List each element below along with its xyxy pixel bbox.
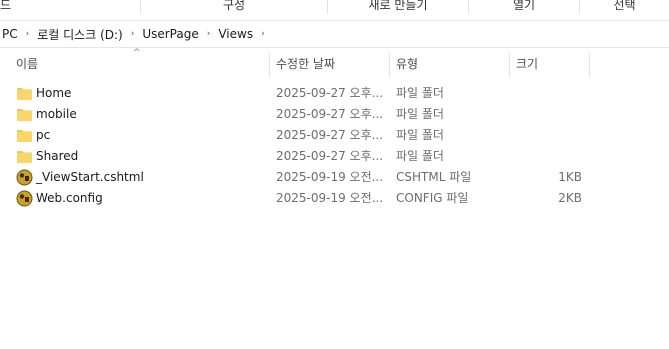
- file-list: Home 2025-09-27 오후... 파일 폴더 mobile 2025-…: [0, 83, 669, 209]
- breadcrumb-pc[interactable]: PC: [0, 27, 20, 41]
- visual-studio-file-icon: [16, 169, 33, 186]
- file-row[interactable]: pc 2025-09-27 오후... 파일 폴더: [0, 125, 669, 146]
- file-name: Shared: [36, 149, 79, 163]
- file-row[interactable]: _ViewStart.cshtml 2025-09-19 오전... CSHTM…: [0, 167, 669, 188]
- ribbon-group-organize[interactable]: 구성: [141, 0, 327, 14]
- ribbon-group-new[interactable]: 새로 만들기: [328, 0, 468, 14]
- file-date: 2025-09-27 오후...: [276, 128, 384, 142]
- chevron-right-icon[interactable]: ›: [255, 29, 271, 39]
- chevron-right-icon[interactable]: ›: [125, 29, 141, 39]
- breadcrumb-local-disk[interactable]: 로컬 디스크 (D:): [35, 26, 124, 43]
- file-type: CONFIG 파일: [396, 191, 469, 205]
- file-type: 파일 폴더: [396, 86, 444, 100]
- file-name: Web.config: [36, 191, 103, 205]
- file-size: 1KB: [558, 170, 582, 184]
- folder-icon: [17, 88, 32, 100]
- column-divider[interactable]: [589, 52, 590, 78]
- folder-icon: [17, 130, 32, 142]
- file-row[interactable]: mobile 2025-09-27 오후... 파일 폴더: [0, 104, 669, 125]
- file-type: 파일 폴더: [396, 128, 444, 142]
- file-size: 2KB: [558, 191, 582, 205]
- chevron-right-icon[interactable]: ›: [201, 29, 217, 39]
- breadcrumb-userpage[interactable]: UserPage: [140, 27, 200, 41]
- chevron-right-icon[interactable]: ›: [20, 29, 36, 39]
- file-date: 2025-09-27 오후...: [276, 149, 384, 163]
- ribbon-bar: 드 구성 새로 만들기 열기 선택: [0, 0, 669, 14]
- column-header-size[interactable]: 크기: [510, 50, 588, 78]
- file-size: [516, 83, 582, 104]
- file-date: 2025-09-27 오후...: [276, 86, 384, 100]
- file-type: 파일 폴더: [396, 149, 444, 163]
- ribbon-group-open[interactable]: 열기: [469, 0, 579, 14]
- column-header-type[interactable]: 유형: [390, 50, 508, 78]
- file-type: CSHTML 파일: [396, 170, 472, 184]
- file-size: [516, 104, 582, 125]
- folder-icon: [17, 109, 32, 121]
- file-name: _ViewStart.cshtml: [36, 170, 144, 184]
- column-header-date[interactable]: 수정한 날짜: [270, 50, 388, 78]
- address-bar[interactable]: PC › 로컬 디스크 (D:) › UserPage › Views ›: [0, 20, 669, 48]
- file-name: pc: [36, 128, 51, 142]
- sort-arrow-icon: ^: [133, 48, 141, 58]
- ribbon-group-select[interactable]: 선택: [580, 0, 669, 14]
- file-size: [516, 146, 582, 167]
- file-date: 2025-09-19 오전...: [276, 170, 384, 184]
- file-date: 2025-09-19 오전...: [276, 191, 384, 205]
- breadcrumb-views[interactable]: Views: [216, 27, 255, 41]
- visual-studio-file-icon: [16, 190, 33, 207]
- file-name: mobile: [36, 107, 77, 121]
- ribbon-group-share[interactable]: 드: [0, 0, 20, 14]
- breadcrumb: PC › 로컬 디스크 (D:) › UserPage › Views ›: [0, 21, 271, 47]
- file-size: [516, 125, 582, 146]
- file-row[interactable]: Web.config 2025-09-19 오전... CONFIG 파일 2K…: [0, 188, 669, 209]
- column-header-row: 이름 수정한 날짜 유형 크기: [0, 50, 669, 78]
- file-row[interactable]: Home 2025-09-27 오후... 파일 폴더: [0, 83, 669, 104]
- file-row[interactable]: Shared 2025-09-27 오후... 파일 폴더: [0, 146, 669, 167]
- file-date: 2025-09-27 오후...: [276, 107, 384, 121]
- file-name: Home: [36, 86, 72, 100]
- folder-icon: [17, 151, 32, 163]
- file-type: 파일 폴더: [396, 107, 444, 121]
